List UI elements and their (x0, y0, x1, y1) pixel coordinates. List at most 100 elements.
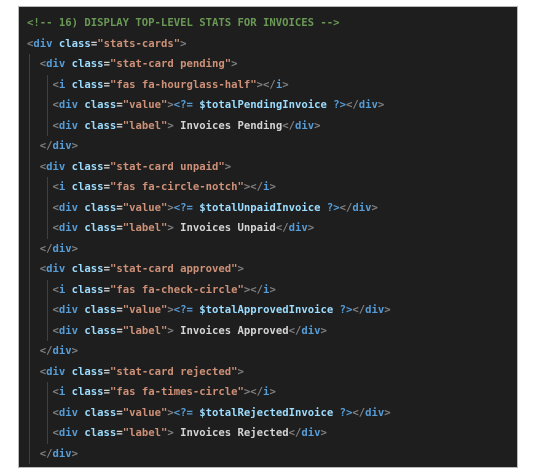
indent-guide (29, 54, 30, 75)
indent-guide (29, 95, 30, 116)
code-token-str: "value" (122, 304, 168, 316)
code-token-bracket: </ (288, 324, 302, 337)
code-token-attr: class (65, 365, 104, 378)
code-token-tag: div (358, 99, 378, 111)
indent-guide (47, 74, 48, 95)
code-token-str: "label" (122, 427, 168, 439)
code-line[interactable]: <div class="label"> Invoices Rejected</d… (27, 423, 517, 444)
code-token-text: Invoices Unpaid (173, 222, 276, 234)
code-line[interactable]: <i class="fas fa-hourglass-half"></i> (27, 74, 517, 95)
code-line[interactable]: </div> (27, 136, 517, 157)
code-token-tag: div (58, 304, 79, 316)
code-lines: <!-- 16) DISPLAY TOP-LEVEL STATS FOR INV… (27, 13, 517, 467)
code-token-str: "stat-card rejected" (109, 365, 238, 378)
code-token-tag: div (58, 222, 79, 234)
code-token-tag: div (288, 222, 308, 234)
code-line[interactable]: </div> (27, 464, 517, 467)
code-token-tag: div (301, 427, 321, 439)
indent-guide (29, 156, 30, 177)
indent-guide (47, 402, 48, 423)
code-token-bracket: </ (345, 99, 359, 111)
code-line[interactable]: <div class="value"><?= $totalPendingInvo… (27, 95, 517, 116)
code-token-bracket: </ (352, 406, 366, 419)
code-line[interactable]: <div class="label"> Invoices Approved</d… (27, 320, 517, 341)
indent-guide (29, 382, 30, 403)
code-token-tag: div (33, 37, 53, 50)
indent-guide (29, 341, 30, 362)
code-token-php: <?= (173, 406, 193, 419)
indent-guide (29, 197, 30, 218)
code-token-tag: div (58, 99, 79, 111)
code-token-tag: div (46, 365, 66, 378)
code-token-text: Invoices Pending (173, 119, 283, 132)
indent-guide (29, 443, 30, 464)
code-token-str: "label" (122, 222, 168, 234)
code-token-bracket: </ (352, 304, 366, 316)
code-token-str: "label" (122, 324, 168, 337)
code-line[interactable]: <div class="stat-card approved"> (27, 259, 517, 280)
code-line[interactable]: <div class="stat-card rejected"> (27, 361, 517, 382)
code-line[interactable]: <div class="value"><?= $totalRejectedInv… (27, 402, 517, 423)
code-token-bracket: > (269, 181, 276, 193)
indent-guide (29, 238, 30, 259)
code-token-php: ?> (326, 99, 346, 111)
code-line[interactable]: </div> (27, 341, 517, 362)
code-token-bracket: > (71, 345, 79, 357)
code-token-bracket: > (180, 37, 187, 50)
code-line[interactable]: <div class="label"> Invoices Pending</di… (27, 115, 517, 136)
code-token-str: "fas fa-check-circle" (109, 283, 244, 296)
indent-guide (47, 115, 48, 136)
code-line[interactable]: <div class="stat-card unpaid"> (27, 156, 517, 177)
code-token-bracket: > (71, 447, 79, 460)
indent-guide (29, 320, 30, 341)
code-line[interactable]: <i class="fas fa-times-circle"></i> (27, 382, 517, 403)
code-token-str: "value" (122, 99, 168, 111)
code-line[interactable]: <div class="value"><?= $totalUnpaidInvoi… (27, 197, 517, 218)
code-line[interactable]: <div class="stat-card pending"> (27, 54, 517, 75)
indent-guide (47, 279, 48, 300)
code-line[interactable]: <div class="label"> Invoices Unpaid</div… (27, 218, 517, 239)
code-token-tag: div (352, 201, 372, 214)
code-token-tag: div (52, 242, 72, 255)
code-token-bracket: > (320, 427, 327, 439)
code-token-bracket: </ (275, 222, 289, 234)
code-token-bracket: </ (39, 345, 53, 357)
code-token-tag: div (46, 160, 66, 173)
code-line[interactable]: <i class="fas fa-check-circle"></i> (27, 279, 517, 300)
code-token-tag: div (294, 119, 315, 132)
code-token-str: "value" (122, 406, 168, 419)
code-line[interactable]: <!-- 16) DISPLAY TOP-LEVEL STATS FOR INV… (27, 13, 517, 34)
code-token-attr: class (65, 78, 104, 91)
code-token-attr: class (78, 119, 117, 132)
code-token-bracket: </ (39, 447, 53, 460)
code-line[interactable]: <div class="stats-cards"> (27, 34, 517, 55)
indent-guide (47, 423, 48, 444)
code-token-var: $totalPendingInvoice (192, 99, 327, 111)
code-editor[interactable]: <!-- 16) DISPLAY TOP-LEVEL STATS FOR INV… (18, 6, 518, 468)
code-token-attr: class (65, 283, 104, 296)
code-token-tag: div (58, 427, 79, 439)
indent-guide (29, 74, 30, 95)
code-token-attr: class (52, 37, 91, 50)
indent-guide (29, 136, 30, 157)
code-token-php: ?> (333, 406, 353, 419)
indent-guide (29, 361, 30, 382)
code-line[interactable]: <div class="value"><?= $totalApprovedInv… (27, 300, 517, 321)
code-token-attr: class (78, 427, 117, 439)
code-token-bracket: > (282, 78, 289, 91)
code-token-bracket: > (237, 263, 244, 275)
code-token-attr: class (65, 263, 104, 275)
code-line[interactable]: </div> (27, 238, 517, 259)
code-line[interactable]: </div> (27, 443, 517, 464)
code-token-var: $totalApprovedInvoice (192, 304, 334, 316)
code-token-bracket: > (224, 160, 232, 173)
code-token-str: "stat-card approved" (109, 263, 238, 275)
code-token-comment: <!-- 16) DISPLAY TOP-LEVEL STATS FOR INV… (27, 17, 340, 29)
code-line[interactable]: <i class="fas fa-circle-notch"></i> (27, 177, 517, 198)
code-token-php: <?= (173, 201, 193, 214)
code-token-tag: div (58, 119, 79, 132)
